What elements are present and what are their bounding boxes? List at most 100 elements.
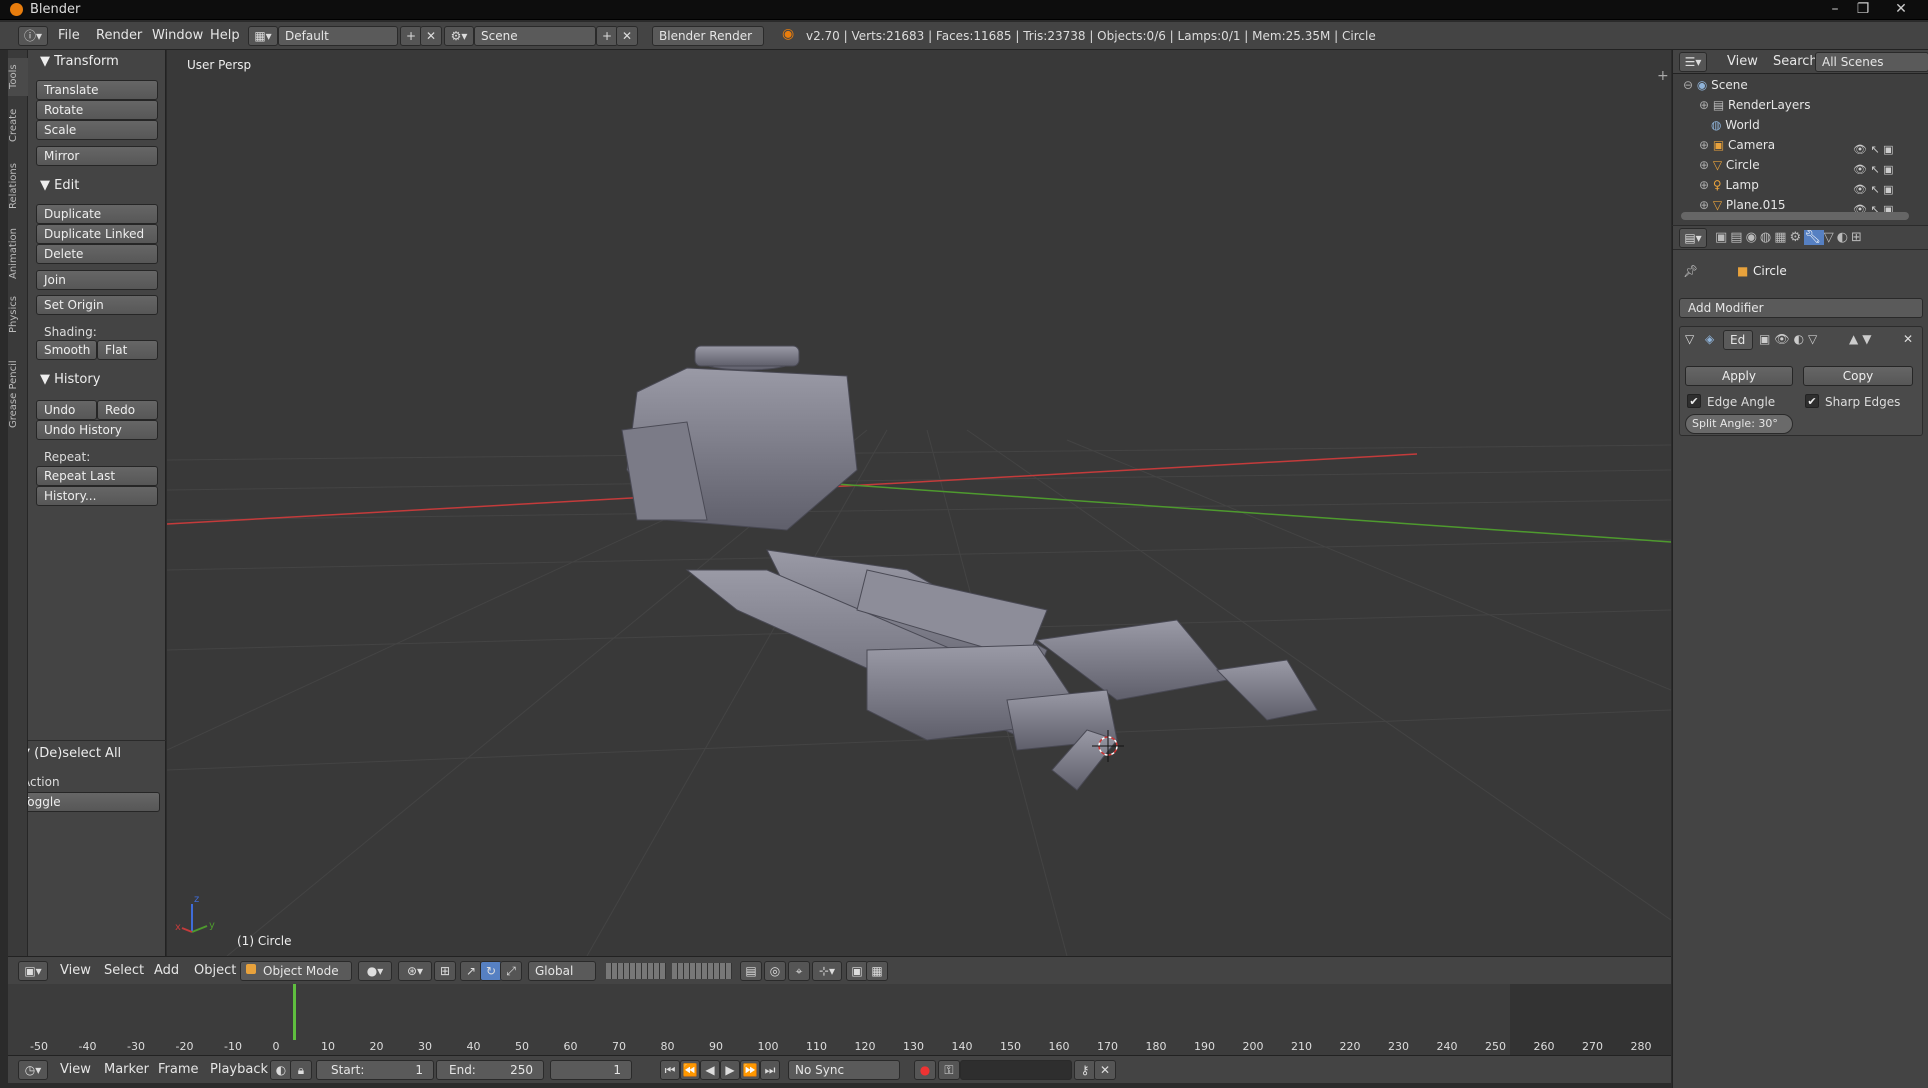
modifier-display-icons[interactable]: ▣👁︎◐▽ xyxy=(1759,332,1821,346)
remove-layout-icon[interactable]: ✕ xyxy=(420,26,442,46)
context-tabs-icons[interactable]: ▣▤◉◍▦⚙🔧︎▽◐⊞ xyxy=(1715,230,1865,245)
timeline-menu-playback[interactable]: Playback xyxy=(210,1062,268,1077)
join-button[interactable]: Join xyxy=(36,270,158,290)
add-modifier-select[interactable]: Add Modifier xyxy=(1679,298,1923,318)
edge-angle-checkbox[interactable]: ✔ xyxy=(1687,394,1701,408)
proportional-edit-icon[interactable]: ◎ xyxy=(764,961,786,981)
add-layout-icon[interactable]: + xyxy=(400,26,422,46)
outliner-item-scene[interactable]: ⊖ ◉ Scene xyxy=(1683,78,1748,98)
keying-set-field[interactable] xyxy=(960,1060,1072,1080)
layers-grid-a[interactable] xyxy=(606,963,666,979)
remove-modifier-icon[interactable]: ✕ xyxy=(1903,332,1913,346)
render-opengl-icon[interactable]: ▣ xyxy=(846,961,868,981)
duplicate-linked-button[interactable]: Duplicate Linked xyxy=(36,224,158,244)
outliner-item-world[interactable]: ◍ World xyxy=(1711,118,1760,138)
sharp-edges-checkbox[interactable]: ✔ xyxy=(1805,394,1819,408)
orientation-select[interactable]: Global xyxy=(528,961,596,981)
action-select[interactable]: Toggle xyxy=(14,792,160,812)
history-button[interactable]: History... xyxy=(36,486,158,506)
pivot-point-icon[interactable]: ⊛▾ xyxy=(398,961,432,981)
repeat-last-button[interactable]: Repeat Last xyxy=(36,466,158,486)
pin-icon[interactable]: 📌︎ xyxy=(1683,264,1698,278)
translate-button[interactable]: Translate xyxy=(36,80,158,100)
outliner-item-renderlayers[interactable]: ⊕ ▤ RenderLayers xyxy=(1699,98,1810,118)
edit-panel-header[interactable]: ▼ Edit xyxy=(40,178,79,193)
scale-button[interactable]: Scale xyxy=(36,120,158,140)
close-icon[interactable]: ✕ xyxy=(1888,0,1914,18)
end-frame-field[interactable]: End: 250 xyxy=(436,1060,544,1080)
tab-grease-pencil[interactable]: Grease Pencil xyxy=(8,344,28,444)
outliner-menu-view[interactable]: View xyxy=(1727,54,1758,69)
editor-type-properties-icon[interactable]: ▤▾ xyxy=(1679,228,1707,248)
render-engine-select[interactable]: Blender Render xyxy=(652,26,764,46)
timeline-area[interactable]: -50 -40 -30 -20 -10 0 10 20 30 40 50 60 70 80 90 100 110… xyxy=(8,984,1671,1056)
outliner-scrollbar[interactable] xyxy=(1681,212,1909,220)
scale-manipulator-icon[interactable]: ⤢ xyxy=(500,961,522,981)
mirror-button[interactable]: Mirror xyxy=(36,146,158,166)
outliner-menu-search[interactable]: Search xyxy=(1773,54,1818,69)
tab-physics[interactable]: Physics xyxy=(8,290,28,340)
tab-animation[interactable]: Animation xyxy=(8,222,28,286)
play-reverse-icon[interactable]: ◀ xyxy=(700,1060,720,1080)
keying-set-icon[interactable]: ⚿ xyxy=(938,1060,960,1080)
undo-history-button[interactable]: Undo History xyxy=(36,420,158,440)
start-frame-field[interactable]: Start: 1 xyxy=(316,1060,434,1080)
screen-layout-icon[interactable]: ▦▾ xyxy=(248,26,278,46)
snap-toggle-icon[interactable]: ⌖ xyxy=(788,961,810,981)
sync-select[interactable]: No Sync xyxy=(788,1060,900,1080)
menu-object[interactable]: Object xyxy=(194,963,236,978)
modifier-name-field[interactable]: Ed xyxy=(1723,330,1753,350)
maximize-icon[interactable]: ❐ xyxy=(1850,0,1876,18)
outliner-item-circle[interactable]: ⊕ ▽ Circle xyxy=(1699,158,1760,178)
duplicate-button[interactable]: Duplicate xyxy=(36,204,158,224)
lock-layers-icon[interactable]: ▤ xyxy=(740,961,762,981)
menu-render[interactable]: Render xyxy=(96,28,142,43)
layers-grid-b[interactable] xyxy=(672,963,732,979)
editor-type-3d-icon[interactable]: ▣▾ xyxy=(18,961,48,981)
delete-keyframe-icon[interactable]: ✕ xyxy=(1094,1060,1116,1080)
viewport-shading-icon[interactable]: ●▾ xyxy=(358,961,392,981)
editor-type-info-icon[interactable]: ⓘ▾ xyxy=(18,26,48,46)
scene-field[interactable]: Scene xyxy=(474,26,596,46)
outliner-item-lamp[interactable]: ⊕ ♀ Lamp xyxy=(1699,178,1759,198)
jump-end-icon[interactable]: ⏭ xyxy=(760,1060,780,1080)
redo-button[interactable]: Redo xyxy=(97,400,158,420)
remove-scene-icon[interactable]: ✕ xyxy=(616,26,638,46)
tab-create[interactable]: Create xyxy=(8,100,28,150)
next-keyframe-icon[interactable]: ⏩ xyxy=(740,1060,760,1080)
preview-range-icon[interactable]: ◐ xyxy=(270,1060,292,1080)
display-mode-select[interactable]: All Scenes xyxy=(1815,52,1928,72)
history-panel-header[interactable]: ▼ History xyxy=(40,372,100,387)
smooth-button[interactable]: Smooth xyxy=(36,340,97,360)
menu-window[interactable]: Window xyxy=(152,28,203,43)
record-icon[interactable]: ● xyxy=(914,1060,936,1080)
timeline-menu-marker[interactable]: Marker xyxy=(104,1062,149,1077)
apply-button[interactable]: Apply xyxy=(1685,366,1793,386)
manipulator-toggle-icon[interactable]: ⊞ xyxy=(434,961,456,981)
jump-start-icon[interactable]: ⏮ xyxy=(660,1060,680,1080)
prev-keyframe-icon[interactable]: ⏪ xyxy=(680,1060,700,1080)
menu-select[interactable]: Select xyxy=(104,963,144,978)
menu-help[interactable]: Help xyxy=(210,28,240,43)
editor-type-outliner-icon[interactable]: ☰▾ xyxy=(1679,52,1707,72)
editor-type-timeline-icon[interactable]: ◷▾ xyxy=(18,1060,48,1080)
outliner-item-camera[interactable]: ⊕ ▣ Camera xyxy=(1699,138,1775,158)
scene-icon[interactable]: ⚙▾ xyxy=(444,26,474,46)
undo-button[interactable]: Undo xyxy=(36,400,97,420)
snap-element-icon[interactable]: ⊹▾ xyxy=(812,961,842,981)
tab-relations[interactable]: Relations xyxy=(8,154,28,218)
split-angle-field[interactable]: Split Angle: 30° xyxy=(1685,414,1793,434)
menu-file[interactable]: File xyxy=(58,28,80,43)
collapse-icon[interactable]: ▽ xyxy=(1685,332,1694,346)
current-frame-field[interactable]: 1 xyxy=(550,1060,632,1080)
rotate-button[interactable]: Rotate xyxy=(36,100,158,120)
copy-button[interactable]: Copy xyxy=(1803,366,1913,386)
timeline-menu-view[interactable]: View xyxy=(60,1062,91,1077)
transform-panel-header[interactable]: ▼ Transform xyxy=(40,54,119,69)
3d-viewport[interactable]: z y x User Persp (1) Circle + xyxy=(167,50,1671,956)
properties-toggle-icon[interactable]: + xyxy=(1657,68,1669,84)
current-frame-indicator[interactable] xyxy=(293,984,296,1040)
menu-view[interactable]: View xyxy=(60,963,91,978)
tab-tools[interactable]: Tools xyxy=(8,58,28,96)
rotate-manipulator-icon[interactable]: ↻ xyxy=(480,961,502,981)
